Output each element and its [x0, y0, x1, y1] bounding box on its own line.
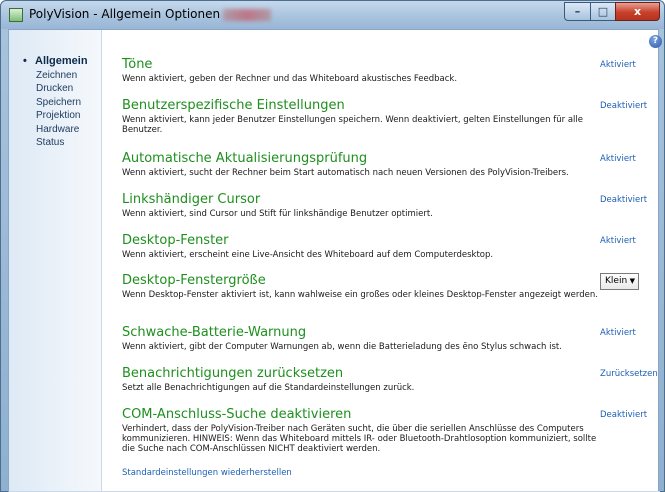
sidebar-item-label: Speichern — [36, 96, 82, 108]
setting-title: Töne — [122, 57, 153, 72]
reset-notifications-link[interactable]: Zurücksetzen — [600, 369, 658, 379]
setting-title: Benachrichtigungen zurücksetzen — [122, 366, 344, 381]
sidebar-item-label: Zeichnen — [36, 69, 78, 81]
setting-toggle-link[interactable]: Aktiviert — [600, 60, 636, 70]
setting-description: Wenn aktiviert, gibt der Computer Warnun… — [122, 342, 562, 352]
sidebar-item-zeichnen[interactable]: Zeichnen — [21, 69, 88, 83]
sidebar: • Allgemein Zeichnen Drucken Speichern P… — [9, 30, 102, 491]
window-size-select[interactable]: Klein ▼ — [600, 273, 639, 290]
setting-batterie-warnung: Schwache-Batterie-Warnung Wenn aktiviert… — [122, 325, 652, 352]
setting-description: Verhindert, dass der PolyVision-Treiber … — [122, 424, 597, 455]
sidebar-item-speichern[interactable]: Speichern — [21, 96, 88, 110]
setting-description: Wenn aktiviert, sucht der Rechner beim S… — [122, 168, 569, 178]
sidebar-item-label: Drucken — [36, 83, 74, 94]
setting-title: Desktop-Fenster — [122, 233, 229, 248]
window-title: PolyVision - Allgemein Optionen — [29, 7, 221, 21]
setting-desktop-fenstergroesse: Desktop-Fenstergröße Wenn Desktop-Fenste… — [122, 273, 652, 300]
setting-toene: Töne Wenn aktiviert, geben der Rechner u… — [122, 57, 652, 84]
minimize-button[interactable]: – — [564, 2, 591, 21]
setting-description: Wenn aktiviert, geben der Rechner und da… — [122, 74, 458, 84]
redacted-title-segment — [223, 9, 271, 21]
setting-description: Wenn aktiviert, kann jeder Benutzer Eins… — [122, 115, 583, 136]
setting-benutzerspezifisch: Benutzerspezifische Einstellungen Wenn a… — [122, 98, 652, 135]
sidebar-nav: • Allgemein Zeichnen Drucken Speichern P… — [21, 55, 88, 150]
setting-title: Linkshändiger Cursor — [122, 192, 261, 207]
help-icon[interactable]: ? — [649, 35, 662, 48]
setting-title: Benutzerspezifische Einstellungen — [122, 98, 345, 113]
sidebar-item-drucken[interactable]: Drucken — [21, 82, 88, 96]
active-bullet: • — [23, 55, 27, 67]
sidebar-item-label: Allgemein — [35, 55, 88, 67]
sidebar-item-hardware[interactable]: Hardware — [21, 123, 88, 137]
setting-title: Schwache-Batterie-Warnung — [122, 325, 307, 340]
setting-linkshaendiger-cursor: Linkshändiger Cursor Wenn aktiviert, sin… — [122, 192, 652, 219]
setting-title: COM-Anschluss-Suche deaktivieren — [122, 407, 352, 422]
sidebar-item-label: Status — [36, 137, 65, 148]
setting-toggle-link[interactable]: Deaktiviert — [600, 195, 647, 205]
setting-toggle-link[interactable]: Aktiviert — [600, 236, 636, 246]
polyvision-app-icon — [9, 8, 23, 22]
title-bar[interactable]: PolyVision - Allgemein Optionen – □ x — [1, 1, 664, 29]
sidebar-item-label: Hardware — [36, 123, 80, 135]
setting-desktop-fenster: Desktop-Fenster Wenn aktiviert, erschein… — [122, 233, 652, 260]
setting-description: Wenn Desktop-Fenster aktiviert ist, kann… — [122, 290, 598, 300]
setting-toggle-link[interactable]: Aktiviert — [600, 328, 636, 338]
setting-com-anschluss: COM-Anschluss-Suche deaktivieren Verhind… — [122, 407, 652, 455]
setting-toggle-link[interactable]: Deaktiviert — [600, 410, 647, 420]
setting-aktualisierungspruefung: Automatische Aktualisierungsprüfung Wenn… — [122, 151, 652, 178]
setting-description: Wenn aktiviert, erscheint eine Live-Ansi… — [122, 250, 494, 260]
maximize-button[interactable]: □ — [590, 2, 616, 21]
select-value: Klein — [605, 276, 628, 286]
client-area: • Allgemein Zeichnen Drucken Speichern P… — [8, 29, 662, 492]
setting-toggle-link[interactable]: Deaktiviert — [600, 101, 647, 111]
app-window: PolyVision - Allgemein Optionen – □ x • … — [0, 0, 665, 492]
setting-title: Desktop-Fenstergröße — [122, 273, 266, 288]
setting-description: Wenn aktiviert, sind Cursor und Stift fü… — [122, 209, 433, 219]
setting-description: Setzt alle Benachrichtigungen auf die St… — [122, 383, 415, 393]
setting-title: Automatische Aktualisierungsprüfung — [122, 151, 368, 166]
sidebar-item-label: Projektion — [36, 110, 81, 121]
sidebar-item-projektion[interactable]: Projektion — [21, 109, 88, 123]
close-button[interactable]: x — [615, 2, 660, 21]
restore-defaults-link[interactable]: Standardeinstellungen wiederherstellen — [122, 468, 292, 478]
setting-toggle-link[interactable]: Aktiviert — [600, 154, 636, 164]
chevron-down-icon: ▼ — [629, 277, 635, 285]
sidebar-item-allgemein[interactable]: • Allgemein — [21, 55, 88, 69]
setting-benachrichtigungen: Benachrichtigungen zurücksetzen Setzt al… — [122, 366, 658, 393]
sidebar-item-status[interactable]: Status — [21, 136, 88, 150]
